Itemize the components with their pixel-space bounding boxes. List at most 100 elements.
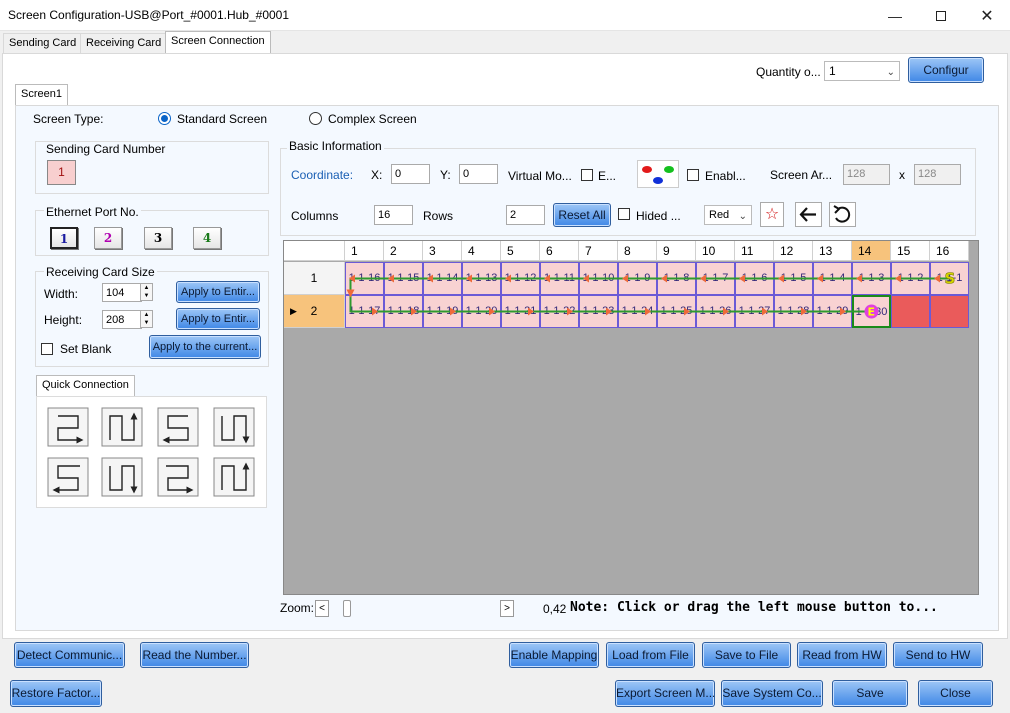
ethernet-port-2[interactable]: 2 <box>94 227 122 249</box>
minimize-icon: — <box>888 7 902 24</box>
width-input[interactable]: 104 <box>102 283 142 302</box>
zoom-label: Zoom: <box>280 601 315 615</box>
width-spinner[interactable]: ▲ ▼ <box>140 283 153 301</box>
apply-current-button[interactable]: Apply to the current... <box>149 335 261 359</box>
read-number-button[interactable]: Read the Number... <box>140 642 249 668</box>
color-select[interactable]: Red ⌄ <box>704 205 752 225</box>
tab-screen1[interactable]: Screen1 <box>15 84 68 106</box>
width-label: Width: <box>44 287 79 301</box>
quick-connection-tab[interactable]: Quick Connection <box>36 375 135 397</box>
arrow-left-icon <box>466 274 472 283</box>
virtual-color-icon[interactable] <box>637 160 679 188</box>
zoom-left-button[interactable]: < <box>315 600 329 617</box>
screen-area-label: Screen Ar... <box>770 168 833 182</box>
quantity-label: Quantity o... <box>756 65 821 79</box>
enable-mapping-button[interactable]: Enable Mapping <box>509 642 599 668</box>
hided-checkbox[interactable] <box>618 208 630 220</box>
quick-connection-icon-2[interactable] <box>101 407 143 447</box>
arrow-left-icon <box>700 274 706 283</box>
tab-screen-connection[interactable]: Screen Connection <box>165 31 271 54</box>
quick-connection-icon-6[interactable] <box>101 457 143 497</box>
color-value: Red <box>709 209 730 221</box>
minimize-button[interactable]: — <box>872 0 918 31</box>
arrow-right-icon <box>372 307 378 316</box>
tab-receiving-card[interactable]: Receiving Card <box>80 33 168 53</box>
complex-screen-radio[interactable] <box>309 112 322 125</box>
configure-button[interactable]: Configur <box>908 57 984 83</box>
arrow-left-icon <box>895 274 901 283</box>
quick-connection-icon-5[interactable] <box>47 457 89 497</box>
x-input[interactable]: 0 <box>391 164 430 184</box>
close-button[interactable]: Close <box>918 680 993 707</box>
arrow-right-icon <box>840 307 846 316</box>
y-input[interactable]: 0 <box>459 164 498 184</box>
start-marker: S <box>945 270 956 288</box>
title-bar: Screen Configuration-USB@Port_#0001.Hub_… <box>0 0 1010 31</box>
enable-checkbox[interactable] <box>687 169 699 181</box>
complex-screen-label: Complex Screen <box>328 112 417 126</box>
y-label: Y: <box>440 168 451 182</box>
quantity-select[interactable]: 1 ⌄ <box>824 61 900 81</box>
close-window-button[interactable]: ✕ <box>964 0 1010 31</box>
sending-card-title: Sending Card Number <box>44 142 168 156</box>
chevron-down-icon: ⌄ <box>738 211 747 222</box>
star-icon[interactable]: ☆ <box>760 202 784 227</box>
ethernet-port-4[interactable]: 4 <box>193 227 221 249</box>
quantity-value: 1 <box>829 64 836 78</box>
note-text: Note: Click or drag the left mouse butto… <box>570 600 938 615</box>
arrow-left-icon <box>934 274 940 283</box>
ethernet-port-3[interactable]: 3 <box>144 227 172 249</box>
quick-connection-icon-8[interactable] <box>213 457 255 497</box>
save-system-config-button[interactable]: Save System Co... <box>721 680 823 707</box>
connection-wires: SE <box>346 269 956 319</box>
arrow-right-icon <box>411 307 417 316</box>
sending-card-number[interactable]: 1 <box>47 160 76 185</box>
virtual-mode-label: Virtual Mo... <box>508 169 572 183</box>
arrow-right-icon <box>528 307 534 316</box>
save-button[interactable]: Save <box>832 680 908 707</box>
connection-grid[interactable]: 1 2 3 4 5 6 7 8 9 10 11 12 13 14 15 16 1-1-16 1-1-15 1-1-1… <box>283 240 979 595</box>
e-label: E... <box>598 169 617 183</box>
zoom-slider-track[interactable] <box>331 600 499 617</box>
x-label: X: <box>371 168 383 182</box>
arrow-left-icon[interactable] <box>795 202 822 227</box>
arrow-right-icon <box>489 307 495 316</box>
height-input[interactable]: 208 <box>102 310 142 329</box>
columns-input[interactable]: 16 <box>374 205 413 225</box>
reset-all-button[interactable]: Reset All <box>553 203 611 227</box>
arrow-right-icon <box>723 307 729 316</box>
quick-connection-icon-3[interactable] <box>157 407 199 447</box>
screen-type-label: Screen Type: <box>33 112 104 126</box>
maximize-button[interactable] <box>918 0 964 31</box>
apply-entire-width-button[interactable]: Apply to Entir... <box>176 281 260 303</box>
zoom-slider-thumb[interactable] <box>343 600 351 617</box>
quick-connection-icon-4[interactable] <box>213 407 255 447</box>
zoom-right-button[interactable]: > <box>500 600 514 617</box>
arrow-left-icon <box>739 274 745 283</box>
ethernet-port-1[interactable]: 1 <box>50 227 78 249</box>
load-from-file-button[interactable]: Load from File <box>606 642 695 668</box>
set-blank-checkbox[interactable] <box>41 343 53 355</box>
arrow-left-icon <box>817 274 823 283</box>
restore-factory-button[interactable]: Restore Factor... <box>10 680 102 707</box>
arrow-left-icon <box>856 274 862 283</box>
quick-connection-icon-1[interactable] <box>47 407 89 447</box>
read-from-hw-button[interactable]: Read from HW <box>797 642 887 668</box>
quick-connection-icon-7[interactable] <box>157 457 199 497</box>
coordinate-label: Coordinate: <box>291 168 354 182</box>
undo-icon[interactable] <box>829 202 856 227</box>
save-to-file-button[interactable]: Save to File <box>702 642 791 668</box>
enable-label: Enabl... <box>705 169 746 183</box>
e-checkbox[interactable] <box>581 169 593 181</box>
tab-sending-card[interactable]: Sending Card <box>3 33 83 53</box>
window-title: Screen Configuration-USB@Port_#0001.Hub_… <box>8 8 290 22</box>
standard-screen-radio[interactable] <box>158 112 171 125</box>
send-to-hw-button[interactable]: Send to HW <box>893 642 983 668</box>
detect-communication-button[interactable]: Detect Communic... <box>14 642 125 668</box>
rows-input[interactable]: 2 <box>506 205 545 225</box>
export-screen-button[interactable]: Export Screen M... <box>615 680 715 707</box>
apply-entire-height-button[interactable]: Apply to Entir... <box>176 308 260 330</box>
arrow-left-icon <box>544 274 550 283</box>
height-spinner[interactable]: ▲ ▼ <box>140 310 153 328</box>
standard-screen-label: Standard Screen <box>177 112 268 126</box>
